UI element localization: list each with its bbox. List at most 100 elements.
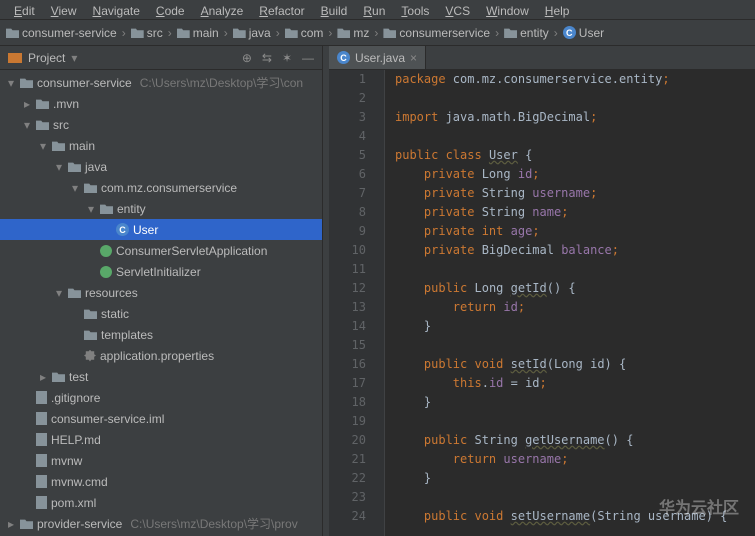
folder-icon [20, 77, 33, 88]
twisty-icon[interactable]: ▾ [86, 202, 96, 216]
folder-icon [36, 98, 49, 109]
tree-label: com.mz.consumerservice [101, 181, 237, 195]
menu-window[interactable]: Window [478, 2, 537, 17]
tree-row-static[interactable]: static [0, 303, 322, 324]
dropdown-icon[interactable]: ▾ [71, 51, 77, 65]
crumb-entity[interactable]: entity [504, 26, 549, 40]
gear-icon[interactable]: ✶ [282, 51, 292, 65]
tree-row-consumer-service-iml[interactable]: consumer-service.iml [0, 408, 322, 429]
tree-row-servletinitializer[interactable]: ServletInitializer [0, 261, 322, 282]
crumb-label: entity [520, 26, 549, 40]
crumb-main[interactable]: main [177, 26, 219, 40]
tab-label: User.java [355, 51, 405, 65]
tree-label: src [53, 118, 69, 132]
tree-hint: C:\Users\mz\Desktop\学习\con [140, 74, 303, 91]
tree-row--gitignore[interactable]: .gitignore [0, 387, 322, 408]
watermark: 华为云社区 [659, 494, 739, 518]
close-icon[interactable]: × [410, 51, 417, 65]
tree-row-provider-service[interactable]: ▸provider-serviceC:\Users\mz\Desktop\学习\… [0, 513, 322, 534]
menu-edit[interactable]: Edit [6, 2, 43, 17]
tree-label: main [69, 139, 95, 153]
tree-row-src[interactable]: ▾ src [0, 114, 322, 135]
menu-build[interactable]: Build [313, 2, 356, 17]
menu-code[interactable]: Code [148, 2, 193, 17]
tree-row-java[interactable]: ▾ java [0, 156, 322, 177]
twisty-icon[interactable]: ▾ [22, 118, 32, 132]
crumb-mz[interactable]: mz [337, 26, 369, 40]
twisty-icon[interactable]: ▸ [6, 517, 16, 531]
folder-icon [84, 329, 97, 340]
chevron-right-icon: › [224, 26, 228, 40]
menu-vcs[interactable]: VCS [437, 2, 478, 17]
menu-run[interactable]: Run [355, 2, 393, 17]
twisty-icon[interactable]: ▾ [70, 181, 80, 195]
crumb-consumer-service[interactable]: consumer-service [6, 26, 117, 40]
crumb-java[interactable]: java [233, 26, 271, 40]
menu-navigate[interactable]: Navigate [85, 2, 148, 17]
chevron-right-icon: › [168, 26, 172, 40]
code-content[interactable]: package com.mz.consumerservice.entity; i… [385, 70, 755, 536]
twisty-icon[interactable]: ▾ [54, 286, 64, 300]
tree-label: .gitignore [51, 391, 100, 405]
class-icon: C [116, 223, 129, 236]
collapse-icon[interactable]: ⇆ [262, 51, 272, 65]
twisty-icon[interactable]: ▸ [38, 370, 48, 384]
editor-tabbar: C User.java × [329, 46, 755, 70]
folder-icon [84, 182, 97, 193]
twisty-icon[interactable]: ▾ [6, 76, 16, 90]
tab-user-java[interactable]: C User.java × [329, 46, 426, 69]
twisty-icon[interactable]: ▾ [54, 160, 64, 174]
class-icon: C [337, 51, 350, 64]
sidebar-title: Project [28, 51, 65, 65]
tree-row-test[interactable]: ▸test [0, 366, 322, 387]
tree-row-entity[interactable]: ▾entity [0, 198, 322, 219]
tree-row--mvn[interactable]: ▸.mvn [0, 93, 322, 114]
menu-analyze[interactable]: Analyze [193, 2, 252, 17]
menu-help[interactable]: Help [537, 2, 578, 17]
folder-icon [285, 27, 298, 38]
file-icon [36, 412, 47, 425]
tree-row-pom-xml[interactable]: pom.xml [0, 492, 322, 513]
menu-bar: EditViewNavigateCodeAnalyzeRefactorBuild… [0, 0, 755, 20]
target-icon[interactable]: ⊕ [242, 51, 252, 65]
code-editor[interactable]: 123456789101112131415161718192021222324 … [329, 70, 755, 536]
menu-view[interactable]: View [43, 2, 85, 17]
tree-label: java [85, 160, 107, 174]
tree-label: templates [101, 328, 153, 342]
hide-icon[interactable]: — [302, 51, 314, 65]
folder-icon [68, 161, 81, 172]
tree-label: consumer-service [37, 76, 132, 90]
file-icon [36, 454, 47, 467]
crumb-user[interactable]: CUser [563, 26, 604, 40]
project-tree[interactable]: ▾ consumer-service C:\Users\mz\Desktop\学习\… [0, 70, 322, 536]
tree-row-help-md[interactable]: HELP.md [0, 429, 322, 450]
crumb-label: java [249, 26, 271, 40]
chevron-right-icon: › [328, 26, 332, 40]
crumb-com[interactable]: com [285, 26, 324, 40]
tree-row-application-properties[interactable]: application.properties [0, 345, 322, 366]
twisty-icon[interactable]: ▾ [38, 139, 48, 153]
tree-row-resources[interactable]: ▾resources [0, 282, 322, 303]
folder-icon [100, 203, 113, 214]
crumb-src[interactable]: src [131, 26, 163, 40]
menu-refactor[interactable]: Refactor [251, 2, 312, 17]
menu-tools[interactable]: Tools [393, 2, 437, 17]
project-sidebar: Project ▾ ⊕ ⇆ ✶ — ▾ consumer-service C:\Us… [0, 46, 323, 536]
tree-row-com-mz-consumerservice[interactable]: ▾ com.mz.consumerservice [0, 177, 322, 198]
tree-row-consumer-service[interactable]: ▾ consumer-service C:\Users\mz\Desktop\学习\… [0, 72, 322, 93]
tree-row-mvnw[interactable]: mvnw [0, 450, 322, 471]
spring-icon [100, 266, 112, 278]
tree-row-user[interactable]: C User [0, 219, 322, 240]
twisty-icon[interactable]: ▸ [22, 97, 32, 111]
tree-label: ServletInitializer [116, 265, 201, 279]
tree-row-main[interactable]: ▾ main [0, 135, 322, 156]
project-icon [8, 53, 22, 63]
folder-icon [131, 27, 144, 38]
folder-icon [20, 518, 33, 529]
tree-row-templates[interactable]: templates [0, 324, 322, 345]
tree-row-consumerservletapplication[interactable]: ConsumerServletApplication [0, 240, 322, 261]
crumb-consumerservice[interactable]: consumerservice [383, 26, 490, 40]
folder-icon [6, 27, 19, 38]
tree-label: User [133, 223, 158, 237]
tree-row-mvnw-cmd[interactable]: mvnw.cmd [0, 471, 322, 492]
